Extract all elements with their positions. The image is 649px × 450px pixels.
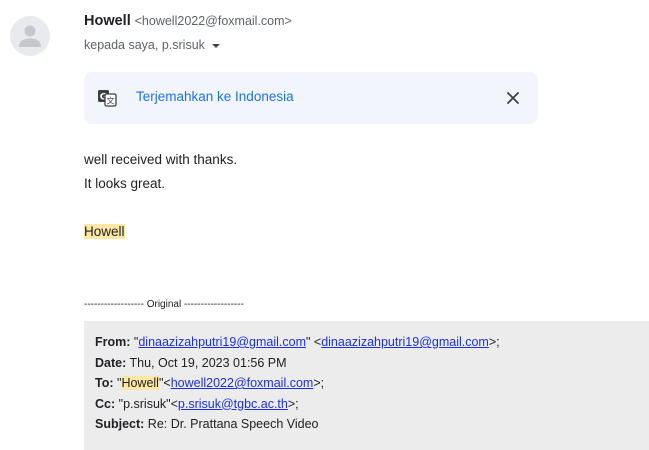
close-icon[interactable] xyxy=(504,89,522,107)
cc-email-link[interactable]: p.srisuk@tgbc.ac.th xyxy=(178,397,288,411)
subject-label: Subject: xyxy=(95,417,145,431)
cc-label: Cc: xyxy=(95,396,116,411)
body-line: It looks great. xyxy=(84,176,166,191)
translate-icon: G 文 xyxy=(98,90,117,107)
signature: Howell xyxy=(84,222,125,242)
message-body: well received with thanks. It looks grea… xyxy=(84,148,237,196)
svg-text:文: 文 xyxy=(107,96,115,106)
signature-name: Howell xyxy=(84,224,125,239)
quoted-cc: Cc: "p.srisuk"<p.srisuk@tgbc.ac.th>; xyxy=(95,394,638,415)
quoted-header: From: "dinaazizahputri19@gmail.com" <din… xyxy=(84,321,649,450)
recipients-toggle[interactable]: kepada saya, p.srisuk xyxy=(84,38,220,52)
translate-bar: G 文 Terjemahkan ke Indonesia xyxy=(84,72,538,124)
from-email-link[interactable]: dinaazizahputri19@gmail.com xyxy=(321,335,489,349)
sender-name[interactable]: Howell xyxy=(84,13,131,29)
punct: " < xyxy=(305,335,322,349)
to-email-link[interactable]: howell2022@foxmail.com xyxy=(171,376,314,390)
quoted-subject: Subject: Re: Dr. Prattana Speech Video xyxy=(95,414,638,435)
punct: >; xyxy=(287,396,299,411)
recipients-label: kepada saya, p.srisuk xyxy=(84,38,205,52)
person-icon xyxy=(19,25,41,47)
subject-value: Re: Dr. Prattana Speech Video xyxy=(147,417,319,431)
from-name-link[interactable]: dinaazizahputri19@gmail.com xyxy=(138,335,306,349)
quoted-date: Date: Thu, Oct 19, 2023 01:56 PM xyxy=(95,353,638,374)
sender-avatar[interactable] xyxy=(10,16,50,56)
caret-down-icon xyxy=(211,43,220,48)
to-label: To: xyxy=(95,376,114,390)
punct: >; xyxy=(488,335,500,349)
original-separator: ------------------ Original ------------… xyxy=(84,299,244,310)
punct: "p.srisuk"< xyxy=(118,396,178,411)
quoted-from: From: "dinaazizahputri19@gmail.com" <din… xyxy=(95,332,638,353)
date-label: Date: xyxy=(95,355,127,370)
quoted-to: To: "Howell"<howell2022@foxmail.com>; xyxy=(95,373,638,394)
sender-email: <howell2022@foxmail.com> xyxy=(134,14,292,28)
punct: "< xyxy=(158,376,171,390)
date-value: Thu, Oct 19, 2023 01:56 PM xyxy=(129,355,287,370)
punct: >; xyxy=(313,376,325,390)
sender-line: Howell <howell2022@foxmail.com> xyxy=(84,12,292,29)
translate-link[interactable]: Terjemahkan ke Indonesia xyxy=(136,89,294,104)
from-label: From: xyxy=(95,335,131,349)
to-name: Howell xyxy=(121,376,159,390)
body-line: well received with thanks. xyxy=(84,152,238,167)
